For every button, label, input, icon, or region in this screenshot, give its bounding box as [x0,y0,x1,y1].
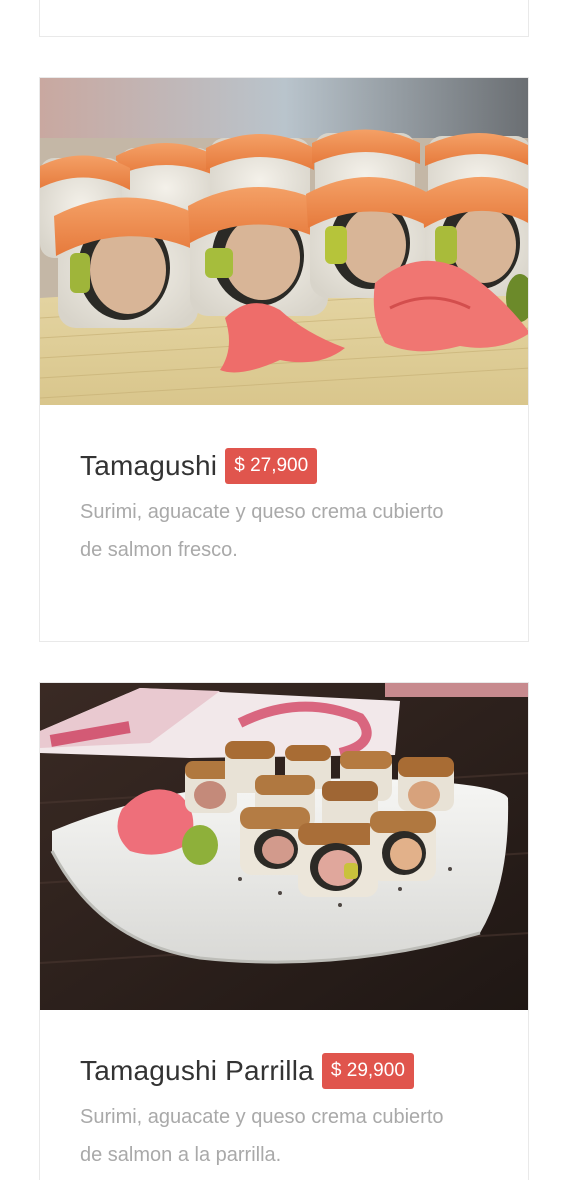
price-badge: $ 29,900 [321,1053,414,1089]
dish-name[interactable]: Tamagushi Parrilla [80,1055,314,1087]
description-line: Surimi, aguacate y queso crema cubierto [80,501,444,523]
description-line: Surimi, aguacate y queso crema cubierto [80,1106,444,1128]
title-row: Tamagushi Parrilla $ 29,900 [80,1052,488,1090]
menu-card[interactable]: Tamagushi $ 27,900 Surimi, aguacate y qu… [39,77,529,642]
menu-page: Tamagushi $ 27,900 Surimi, aguacate y qu… [0,0,571,1180]
title-row: Tamagushi $ 27,900 [80,447,488,485]
menu-card-previous [39,0,529,37]
sushi-rolls-salmon-photo [40,78,528,405]
dish-name[interactable]: Tamagushi [80,450,217,482]
description-line: de salmon fresco. [80,539,238,561]
dish-description: Surimi, aguacate y queso crema cubierto … [80,493,490,569]
dish-description: Surimi, aguacate y queso crema cubierto … [80,1098,490,1174]
price-badge: $ 27,900 [225,448,318,484]
menu-card-body: Tamagushi $ 27,900 Surimi, aguacate y qu… [40,405,528,569]
description-line: de salmon a la parrilla. [80,1144,282,1166]
menu-card[interactable]: Tamagushi Parrilla $ 29,900 Surimi, agua… [39,682,529,1180]
grilled-sushi-plate-photo [40,683,528,1010]
menu-card-body: Tamagushi Parrilla $ 29,900 Surimi, agua… [40,1010,528,1174]
